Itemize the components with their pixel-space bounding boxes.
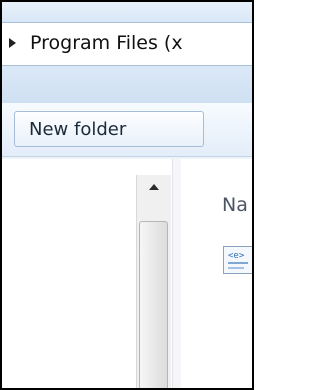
address-bar[interactable]: Program Files (x [0,22,254,66]
file-icon-line [228,267,244,269]
nav-scrollbar[interactable] [136,175,171,390]
address-path[interactable]: Program Files (x [30,32,183,54]
new-folder-button[interactable]: New folder [14,111,204,147]
file-icon-glyph: <e> [228,251,245,261]
frame-band [0,66,254,103]
name-column-header[interactable]: Na [222,194,248,216]
triangle-up-icon[interactable] [149,184,159,190]
file-list-pane: Na <e> [181,159,254,390]
command-toolbar: New folder [0,103,254,157]
scrollbar-thumb[interactable] [139,221,168,390]
file-icon-line [228,262,248,264]
pane-splitter[interactable] [172,159,181,390]
triangle-right-icon[interactable] [9,38,16,48]
html-file-icon[interactable]: <e> [223,246,253,274]
title-band [0,0,254,22]
